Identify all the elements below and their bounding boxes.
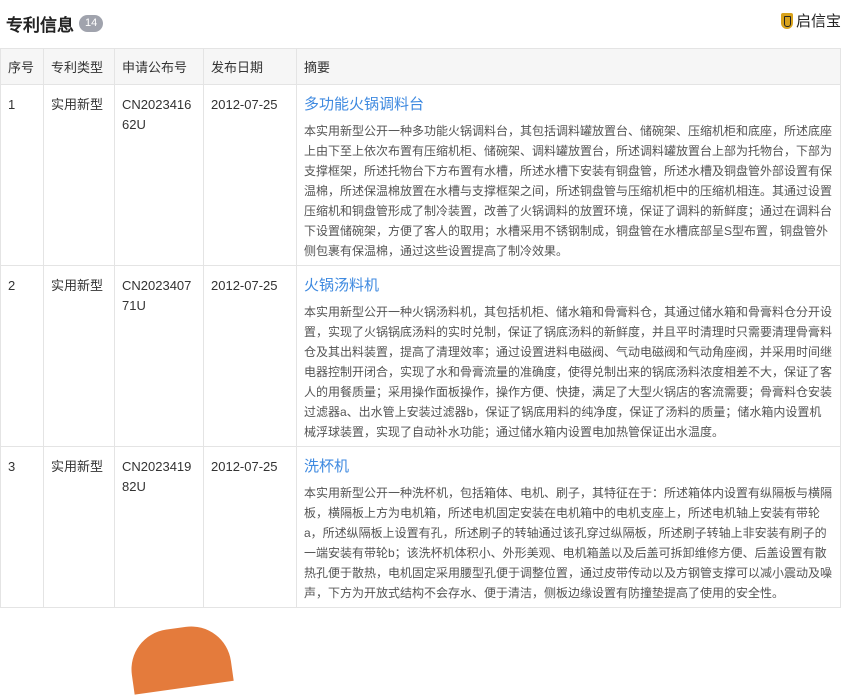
overlay-decoration — [126, 621, 234, 695]
column-header-date: 发布日期 — [203, 48, 297, 85]
patent-name-link[interactable]: 火锅汤料机 — [304, 276, 833, 296]
patent-name-link[interactable]: 洗杯机 — [304, 457, 833, 477]
row-date: 2012-07-25 — [203, 84, 297, 266]
table-row: 1 实用新型 CN202341662U 2012-07-25 多功能火锅调料台本… — [0, 84, 841, 266]
patent-table: 序号 专利类型 申请公布号 发布日期 摘要 1 实用新型 CN202341662… — [0, 48, 841, 608]
patent-abstract: 本实用新型公开一种火锅汤料机，其包括机柜、储水箱和骨膏料仓，其通过储水箱和骨膏料… — [304, 305, 833, 439]
row-date: 2012-07-25 — [203, 265, 297, 447]
patent-abstract: 本实用新型公开一种多功能火锅调料台，其包括调料罐放置台、储碗架、压缩机柜和底座，… — [304, 124, 833, 258]
row-type: 实用新型 — [43, 265, 115, 447]
table-header-row: 序号 专利类型 申请公布号 发布日期 摘要 — [0, 48, 841, 85]
section-title: 专利信息 — [6, 15, 74, 35]
row-index: 1 — [0, 84, 44, 266]
table-row: 3 实用新型 CN202341982U 2012-07-25 洗杯机本实用新型公… — [0, 446, 841, 608]
row-type: 实用新型 — [43, 446, 115, 608]
table-row: 2 实用新型 CN202340771U 2012-07-25 火锅汤料机本实用新… — [0, 265, 841, 447]
brand-name: 启信宝 — [795, 13, 841, 30]
row-index: 3 — [0, 446, 44, 608]
row-abstract-cell: 火锅汤料机本实用新型公开一种火锅汤料机，其包括机柜、储水箱和骨膏料仓，其通过储水… — [296, 265, 841, 447]
row-abstract-cell: 多功能火锅调料台本实用新型公开一种多功能火锅调料台，其包括调料罐放置台、储碗架、… — [296, 84, 841, 266]
column-header-abstract: 摘要 — [296, 48, 841, 85]
row-number: CN202340771U — [114, 265, 204, 447]
column-header-type: 专利类型 — [43, 48, 115, 85]
row-abstract-cell: 洗杯机本实用新型公开一种洗杯机，包括箱体、电机、刷子，其特征在于：所述箱体内设置… — [296, 446, 841, 608]
brand-logo[interactable]: 启信宝 — [780, 10, 841, 31]
section-header: 专利信息 14 — [6, 10, 104, 36]
row-type: 实用新型 — [43, 84, 115, 266]
column-header-number: 申请公布号 — [114, 48, 204, 85]
row-number: CN202341982U — [114, 446, 204, 608]
row-number: CN202341662U — [114, 84, 204, 266]
shield-icon — [780, 12, 793, 29]
row-index: 2 — [0, 265, 44, 447]
patent-name-link[interactable]: 多功能火锅调料台 — [304, 95, 833, 115]
row-date: 2012-07-25 — [203, 446, 297, 608]
patent-abstract: 本实用新型公开一种洗杯机，包括箱体、电机、刷子，其特征在于：所述箱体内设置有纵隔… — [304, 486, 833, 600]
column-header-index: 序号 — [0, 48, 44, 85]
count-badge: 14 — [79, 14, 104, 32]
